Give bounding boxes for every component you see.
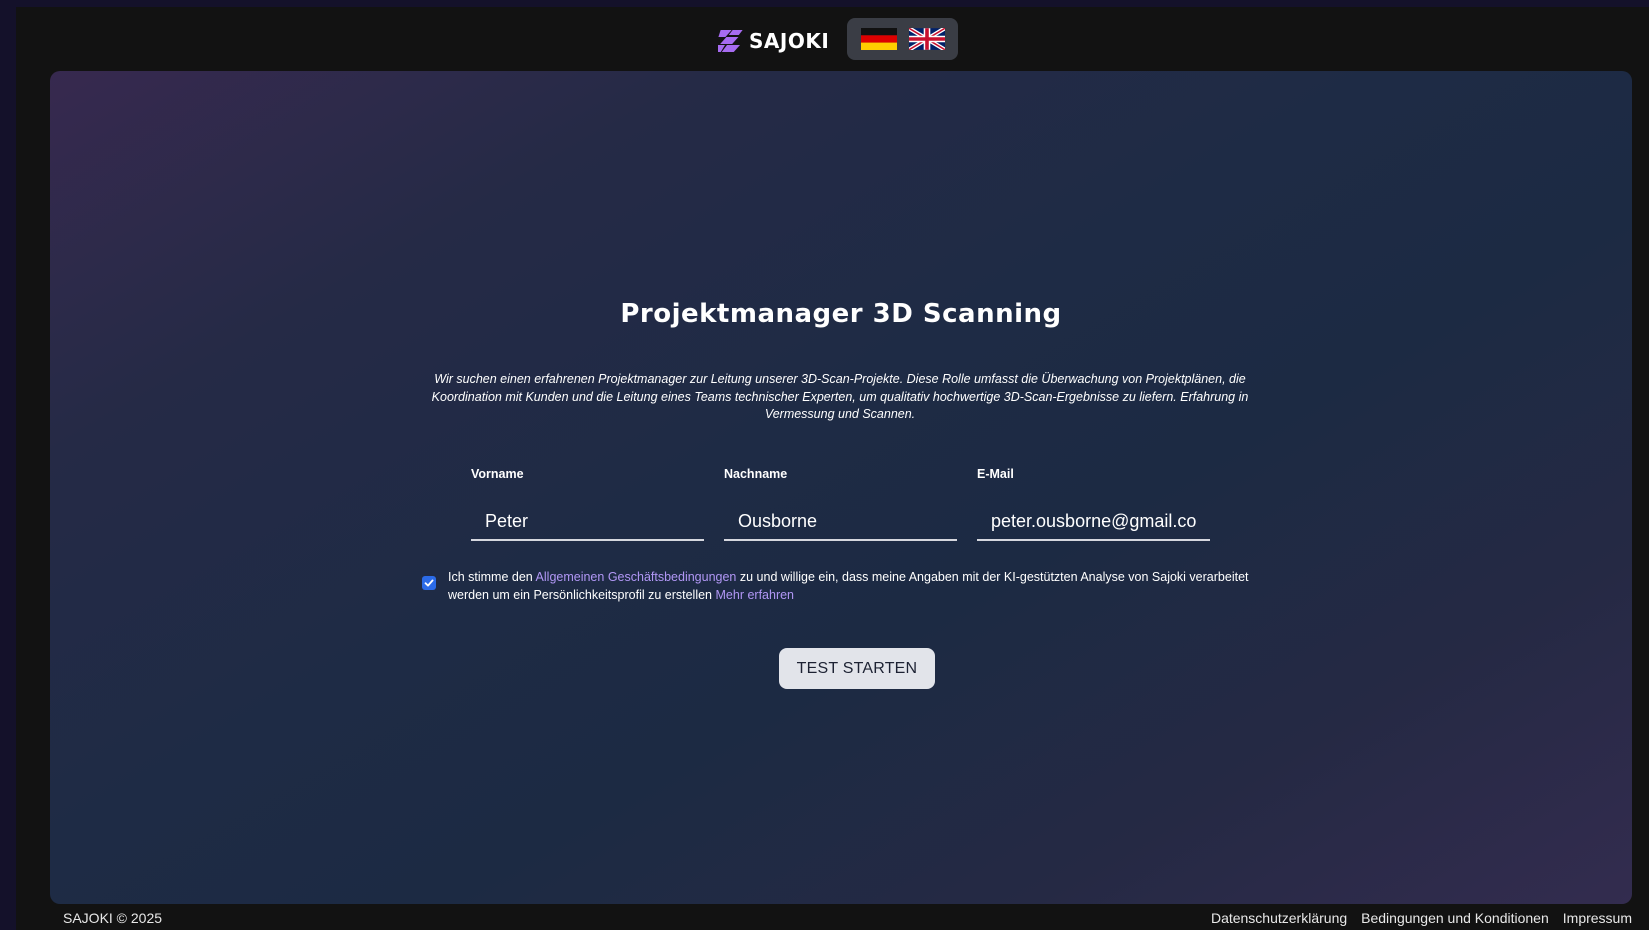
footer: SAJOKI © 2025 Datenschutzerklärung Bedin… [16,904,1649,930]
consent-row: Ich stimme den Allgemeinen Geschäftsbedi… [422,569,1262,604]
email-label: E-Mail [977,467,1014,481]
uk-flag-icon[interactable] [908,28,945,50]
main-card: Projektmanager 3D Scanning Wir suchen ei… [50,71,1632,904]
first-name-input[interactable] [471,503,704,541]
page-title: Projektmanager 3D Scanning [620,299,1062,329]
logo[interactable]: SAJOKI [718,25,829,57]
privacy-policy-link[interactable]: Datenschutzerklärung [1211,910,1347,926]
sajoki-logo-icon [718,30,743,52]
email-input[interactable] [977,503,1210,541]
first-name-label: Vorname [471,467,524,481]
logo-text: SAJOKI [749,29,830,53]
app-frame: SAJOKI Projektmanager 3D Scanning Wir su… [16,7,1649,930]
consent-text-before: Ich stimme den [448,570,536,584]
last-name-input[interactable] [724,503,957,541]
language-switcher [847,18,958,60]
learn-more-link[interactable]: Mehr erfahren [716,588,795,602]
consent-text: Ich stimme den Allgemeinen Geschäftsbedi… [448,569,1262,604]
job-description: Wir suchen einen erfahrenen Projektmanag… [431,372,1249,421]
german-flag-icon[interactable] [860,28,897,50]
copyright-text: SAJOKI © 2025 [63,910,163,926]
email-field: E-Mail [977,467,1210,541]
last-name-field: Nachname [724,467,957,541]
terms-conditions-link[interactable]: Bedingungen und Konditionen [1361,910,1549,926]
last-name-label: Nachname [724,467,788,481]
terms-link[interactable]: Allgemeinen Geschäftsbedingungen [536,570,737,584]
first-name-field: Vorname [471,467,704,541]
imprint-link[interactable]: Impressum [1563,910,1632,926]
top-bar: SAJOKI [16,7,1649,71]
footer-links: Datenschutzerklärung Bedingungen und Kon… [1211,910,1632,926]
start-test-button[interactable]: TEST STARTEN [779,648,935,689]
checkmark-icon [424,579,434,587]
consent-checkbox[interactable] [422,576,436,590]
